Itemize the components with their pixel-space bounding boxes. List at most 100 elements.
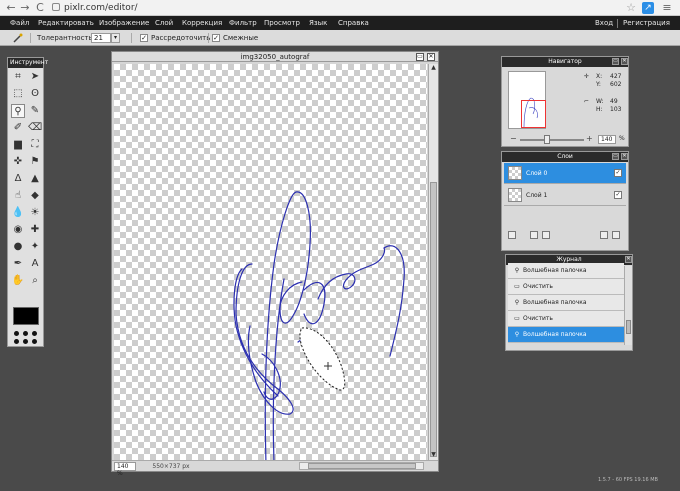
navigator-collapse-button[interactable]: ▭ <box>612 58 619 65</box>
browser-menu-icon[interactable]: ≡ <box>660 1 674 15</box>
y-label: Y: <box>596 81 601 88</box>
layer-mask-icon[interactable] <box>530 231 538 239</box>
register-link[interactable]: Регистрация <box>623 16 670 30</box>
scroll-down-icon[interactable]: ▼ <box>429 451 438 459</box>
app-menubar: Файл Редактировать Изображение Слой Корр… <box>0 16 680 30</box>
spot-heal-icon[interactable]: ✚ <box>28 223 42 237</box>
history-scroll-thumb[interactable] <box>626 320 631 334</box>
crop-icon[interactable]: ⌗ <box>11 70 25 84</box>
h-label: H: <box>596 106 603 113</box>
zoom-in-icon[interactable]: + <box>586 134 593 143</box>
text-icon[interactable]: A <box>28 257 42 271</box>
eraser-icon[interactable]: ⌫ <box>28 121 42 135</box>
history-item[interactable]: ⚲ Волшебная палочка <box>508 263 624 279</box>
stamp-icon[interactable]: ⚑ <box>28 155 42 169</box>
bookmark-star-icon[interactable]: ☆ <box>624 1 638 15</box>
image-size-label: 550×737 px <box>152 463 190 470</box>
move-icon[interactable]: ➤ <box>28 70 42 84</box>
navigator-zoom-input[interactable]: 140 <box>598 135 616 144</box>
contiguous-checkbox[interactable]: ✓ <box>212 34 220 42</box>
marquee-icon[interactable]: ⬚ <box>11 87 25 101</box>
vertical-scroll-thumb[interactable] <box>430 182 437 457</box>
lasso-icon[interactable]: ʘ <box>28 87 42 101</box>
extension-icon[interactable]: ↗ <box>642 2 654 14</box>
pinch-icon[interactable]: ✦ <box>28 240 42 254</box>
picker-icon[interactable]: ✒ <box>11 257 25 271</box>
pencil-icon[interactable]: ✎ <box>28 104 42 118</box>
menu-filter[interactable]: Фильтр <box>229 16 257 30</box>
layer-row-1[interactable]: Слой 1 ✓ <box>504 185 626 206</box>
menu-image[interactable]: Изображение <box>99 16 149 30</box>
hand-icon[interactable]: ✋ <box>11 274 25 288</box>
history-close-button[interactable]: ✕ <box>625 256 632 263</box>
menu-help[interactable]: Справка <box>338 16 369 30</box>
menu-language[interactable]: Язык <box>309 16 327 30</box>
menu-layer[interactable]: Слой <box>155 16 173 30</box>
history-item[interactable]: ⚲ Волшебная палочка <box>508 295 624 311</box>
history-panel: Журнал ✕ ⚲ Волшебная палочка ▭ Очистить ⚲ В… <box>505 254 633 351</box>
gradient-icon[interactable]: ▆ <box>11 138 25 152</box>
clear-icon: ▭ <box>514 283 520 290</box>
address-bar[interactable]: pixlr.com/editor/ <box>52 2 612 14</box>
magic-wand-icon[interactable]: ⚲ <box>11 104 25 118</box>
layer-settings-icon[interactable] <box>508 231 516 239</box>
layers-footer <box>504 230 626 241</box>
layer-name: Слой 1 <box>526 192 548 199</box>
layer-row-0[interactable]: Слой 0 ✓ <box>504 163 626 184</box>
menu-edit[interactable]: Редактировать <box>38 16 94 30</box>
menu-file[interactable]: Файл <box>10 16 29 30</box>
history-item[interactable]: ▭ Очистить <box>508 311 624 327</box>
zoom-icon[interactable]: ⌕ <box>28 274 42 288</box>
new-layer-icon[interactable] <box>600 231 608 239</box>
login-link[interactable]: Вход <box>595 16 613 30</box>
back-button[interactable]: ← <box>4 1 18 15</box>
close-window-button[interactable]: ✕ <box>427 53 435 61</box>
navigator-viewport-box[interactable] <box>521 100 546 128</box>
drop-icon[interactable]: 💧 <box>11 206 25 220</box>
maximize-window-button[interactable]: ▭ <box>416 53 424 61</box>
scroll-up-icon[interactable]: ▲ <box>429 64 438 72</box>
zoom-slider-thumb[interactable] <box>544 135 550 144</box>
brush-icon[interactable]: ✐ <box>11 121 25 135</box>
redeye-icon[interactable]: ◉ <box>11 223 25 237</box>
layer-thumbnail <box>508 166 522 180</box>
tolerance-input[interactable]: 21 <box>91 33 111 43</box>
sponge-icon[interactable]: ◆ <box>28 189 42 203</box>
history-scrollbar[interactable] <box>624 266 632 345</box>
layer-style-icon[interactable] <box>542 231 550 239</box>
navigator-close-button[interactable]: ✕ <box>621 58 628 65</box>
forward-button[interactable]: → <box>18 1 32 15</box>
image-canvas[interactable] <box>114 64 427 460</box>
vertical-scrollbar[interactable]: ▲ ▼ <box>428 64 438 460</box>
smudge-icon[interactable]: ☝ <box>11 189 25 203</box>
horizontal-scroll-thumb[interactable] <box>308 463 416 469</box>
tolerance-dropdown-icon[interactable]: ▾ <box>111 33 120 43</box>
history-item[interactable]: ▭ Очистить <box>508 279 624 295</box>
foreground-color-swatch[interactable] <box>13 307 39 325</box>
bucket-icon[interactable]: ⛶ <box>28 138 42 152</box>
history-item-current[interactable]: ⚲ Волшебная палочка <box>508 327 624 343</box>
layer-visibility-checkbox[interactable]: ✓ <box>614 191 622 199</box>
delete-layer-icon[interactable] <box>612 231 620 239</box>
horizontal-scrollbar[interactable] <box>299 462 424 470</box>
zoom-slider-track[interactable] <box>520 139 584 141</box>
menu-view[interactable]: Просмотр <box>264 16 300 30</box>
replace-color-icon[interactable]: ✜ <box>11 155 25 169</box>
antialias-checkbox[interactable]: ✓ <box>140 34 148 42</box>
navigator-thumbnail[interactable] <box>508 71 546 129</box>
magic-wand-icon: ⚲ <box>514 267 520 274</box>
layers-collapse-button[interactable]: ▭ <box>612 153 619 160</box>
zoom-out-icon[interactable]: − <box>510 134 517 143</box>
reload-button[interactable]: C <box>33 1 47 15</box>
sharpen-icon[interactable]: ▲ <box>28 172 42 186</box>
bloat-icon[interactable]: ● <box>11 240 25 254</box>
performance-readout: 1.5.7 - 60 FPS 19.16 MB <box>598 477 658 483</box>
layers-close-button[interactable]: ✕ <box>621 153 628 160</box>
layer-visibility-checkbox[interactable]: ✓ <box>614 169 622 177</box>
zoom-field[interactable]: 140 % <box>114 462 136 477</box>
magic-wand-icon: ⚲ <box>514 299 520 306</box>
blur-icon[interactable]: Δ <box>11 172 25 186</box>
menu-adjust[interactable]: Коррекция <box>182 16 222 30</box>
color-swatch-controls[interactable] <box>14 331 40 345</box>
burn-icon[interactable]: ☀ <box>28 206 42 220</box>
